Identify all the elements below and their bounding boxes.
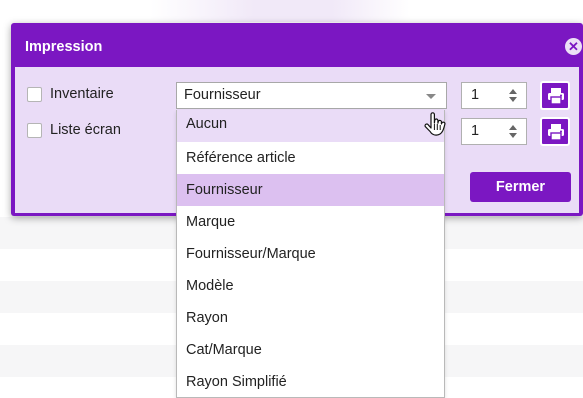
dropdown-option-fournisseur-marque[interactable]: Fournisseur/Marque (177, 238, 444, 270)
dropdown-option-rayon-simplifie[interactable]: Rayon Simplifié (177, 366, 444, 397)
dropdown-option-aucun[interactable]: Aucun (177, 110, 444, 142)
inventaire-quantity-value: 1 (471, 87, 480, 103)
hand-pointer-icon (424, 112, 446, 136)
dropdown-option-reference-article[interactable]: Référence article (177, 142, 444, 174)
inventaire-quantity-stepper[interactable]: 1 (461, 82, 527, 109)
stepper-arrows-icon[interactable] (509, 125, 518, 139)
chevron-down-icon (426, 94, 436, 99)
inventaire-print-button[interactable] (540, 81, 570, 110)
liste-ecran-checkbox[interactable] (27, 122, 42, 138)
liste-ecran-print-button[interactable] (540, 117, 570, 146)
dropdown-option-modele[interactable]: Modèle (177, 270, 444, 302)
printer-icon (548, 88, 564, 105)
liste-ecran-label: Liste écran (50, 122, 121, 138)
liste-ecran-option: Liste écran (27, 122, 121, 138)
dropdown-option-rayon[interactable]: Rayon (177, 302, 444, 334)
printer-icon (548, 124, 564, 141)
dropdown-option-cat-marque[interactable]: Cat/Marque (177, 334, 444, 366)
page-header-band (150, 0, 410, 22)
sort-select-value: Fournisseur (184, 87, 261, 103)
sort-select[interactable]: Fournisseur (176, 82, 447, 109)
inventaire-option: Inventaire (27, 86, 114, 102)
fermer-button[interactable]: Fermer (470, 172, 571, 202)
liste-ecran-quantity-value: 1 (471, 123, 480, 139)
dropdown-option-fournisseur[interactable]: Fournisseur (177, 174, 444, 206)
dialog-title: Impression (25, 39, 103, 55)
stepper-arrows-icon[interactable] (509, 89, 518, 103)
liste-ecran-quantity-stepper[interactable]: 1 (461, 118, 527, 145)
dropdown-option-marque[interactable]: Marque (177, 206, 444, 238)
inventaire-checkbox[interactable] (27, 86, 42, 102)
close-circle-icon[interactable]: ✕ (565, 38, 582, 55)
inventaire-label: Inventaire (50, 86, 114, 102)
sort-dropdown-list: Aucun Référence article Fournisseur Marq… (176, 110, 445, 398)
